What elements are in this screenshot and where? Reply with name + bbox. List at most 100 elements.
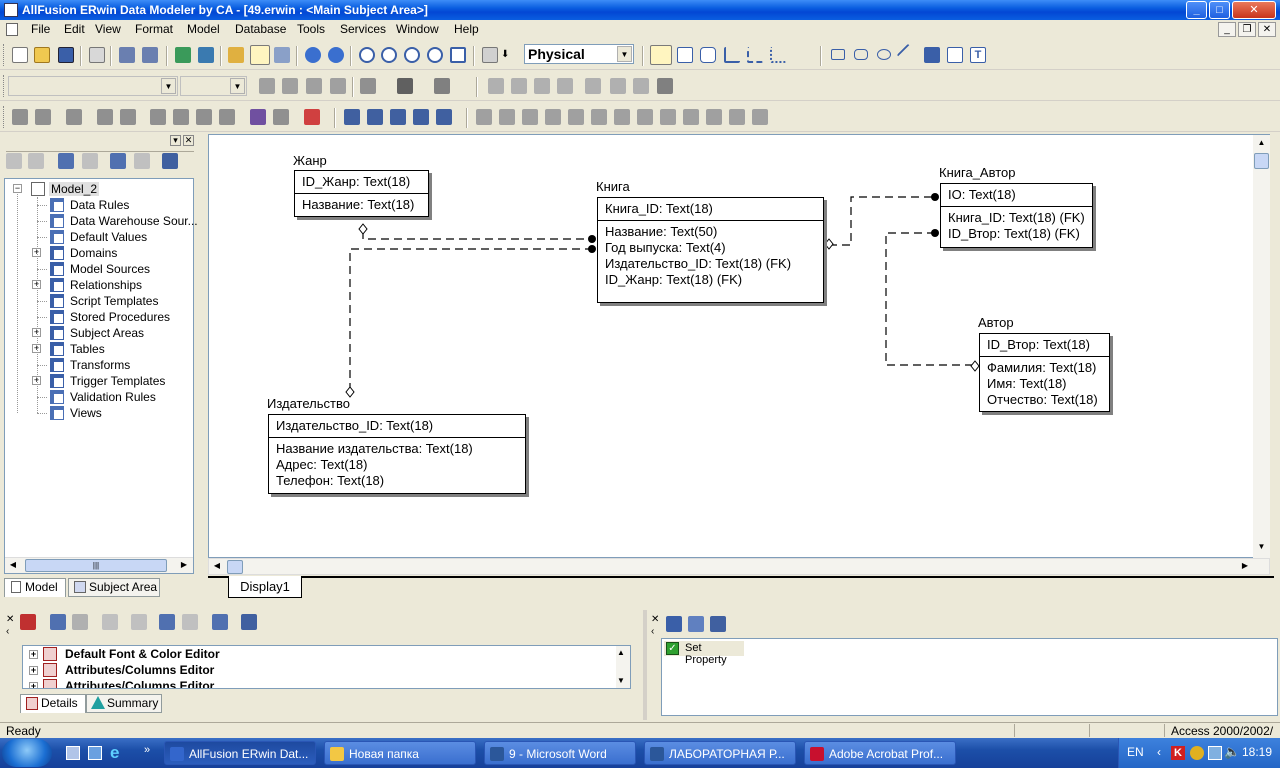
taskbar-button[interactable]: 9 - Microsoft Word [484,741,636,765]
forward-engineer-icon[interactable] [175,47,191,63]
non-identifying-rel-icon[interactable] [747,47,763,63]
menu-file[interactable]: File [31,22,50,36]
tree-item[interactable]: Stored Procedures [5,309,193,325]
security-icon[interactable] [1190,746,1204,760]
find-icon[interactable] [119,47,135,63]
many-to-many-rel-icon[interactable] [770,47,786,63]
switch-windows-icon[interactable] [88,746,102,760]
layout-tool-icon-3[interactable] [522,109,538,125]
space-horizontal-icon[interactable] [585,78,601,94]
scroll-thumb[interactable]: ||| [25,559,167,572]
zoom-all-icon[interactable] [450,47,466,63]
zoom-out-icon[interactable] [381,47,397,63]
toolbar-grip[interactable] [3,44,6,66]
space-vertical-icon[interactable] [610,78,626,94]
print-icon[interactable] [89,47,105,63]
taskbar-button[interactable]: Новая папка [324,741,476,765]
menu-database[interactable]: Database [235,22,286,36]
maximize-button[interactable]: □ [1209,1,1230,19]
transform-icon-1[interactable] [12,109,28,125]
pointer-tool-icon[interactable] [650,45,672,65]
entity-izdatelstvo[interactable]: Издательство_ID: Text(18) Название издат… [268,414,526,494]
tree-item[interactable]: Validation Rules [5,389,193,405]
canvas-vertical-scrollbar[interactable]: ▲ ▼ [1253,135,1270,559]
italic-icon[interactable] [282,78,298,94]
collapse-icon[interactable]: − [13,184,22,193]
display-level-icon[interactable] [250,45,270,65]
pin-icon[interactable]: ▾ [170,135,181,146]
transform-icon-10[interactable] [273,109,289,125]
ellipse-icon[interactable] [877,49,891,60]
new-icon[interactable] [12,47,28,63]
menu-window[interactable]: Window [396,22,439,36]
back-icon[interactable] [6,153,22,169]
taskbar-button[interactable]: ЛАБОРАТОРНАЯ Р... [644,741,796,765]
menu-tools[interactable]: Tools [297,22,325,36]
transform-icon-6[interactable] [173,109,189,125]
tree-item[interactable]: Default Values [5,229,193,245]
scroll-up-icon[interactable]: ▲ [617,648,625,657]
layout-tool-icon-8[interactable] [637,109,653,125]
action-log-list[interactable]: ✓ Set Property [661,638,1278,716]
delete-icon[interactable] [82,153,98,169]
redo-icon[interactable] [328,47,344,63]
details-action-icon-5[interactable] [212,614,228,630]
menu-services[interactable]: Services [340,22,386,36]
view-tool-icon[interactable] [700,47,716,63]
tree-item-root[interactable]: − Model_2 [5,181,193,197]
tab-subject-area[interactable]: Subject Area [68,578,160,597]
tree-item[interactable]: Data Rules [5,197,193,213]
details-action-icon-3[interactable] [159,614,175,630]
model-tree[interactable]: − Model_2 Data Rules Data Warehouse Sour.… [4,178,198,574]
quick-launch-more-icon[interactable]: » [144,744,150,756]
layout-tool-icon-9[interactable] [660,109,676,125]
layout-tool-icon-13[interactable] [752,109,768,125]
rounded-rect-icon[interactable] [854,49,868,60]
line-icon[interactable] [896,43,920,67]
polyline-icon[interactable] [924,47,940,63]
entity-avtor[interactable]: ID_Втор: Text(18) Фамилия: Text(18) Имя:… [979,333,1110,412]
align-top-icon[interactable] [534,78,550,94]
scroll-up-icon[interactable]: ▲ [1255,138,1268,151]
design-layer-icon-5[interactable] [436,109,452,125]
lock-icon[interactable] [66,109,82,125]
save-icon[interactable] [58,47,74,63]
chevron-down-icon[interactable]: ▼ [617,46,632,62]
zoom-100-icon[interactable] [427,47,443,63]
model-explorer-icon[interactable] [228,47,244,63]
design-layer-icon-2[interactable] [367,109,383,125]
details-list[interactable]: + Default Font & Color Editor + Attribut… [22,645,631,689]
entity-kniga-avtor[interactable]: IO: Text(18) Книга_ID: Text(18) (FK) ID_… [940,183,1093,248]
document-icon[interactable] [6,23,18,36]
zoom-fit-icon[interactable] [404,47,420,63]
mdi-close-button[interactable]: ✕ [1258,22,1276,37]
tree-item[interactable]: Script Templates [5,293,193,309]
properties-icon[interactable] [58,153,74,169]
forward-icon[interactable] [28,153,44,169]
design-layer-icon-1[interactable] [344,109,360,125]
transform-icon-3[interactable] [97,109,113,125]
align-right-icon[interactable] [511,78,527,94]
details-find-next-icon[interactable] [72,614,88,630]
menu-format[interactable]: Format [135,22,173,36]
entity-kniga[interactable]: Книга_ID: Text(18) Название: Text(50) Го… [597,197,824,303]
scroll-left-icon[interactable]: ◀ [211,561,223,573]
menu-edit[interactable]: Edit [64,22,85,36]
network-icon[interactable] [1208,746,1222,760]
layout-tool-icon-12[interactable] [729,109,745,125]
layout-tool-icon-4[interactable] [545,109,561,125]
pin-icon[interactable]: ‹ [6,626,16,637]
clock[interactable]: 18:19 [1242,745,1272,759]
expand-icon[interactable]: + [29,650,38,659]
tree-item[interactable]: + Relationships [5,277,193,293]
tree-item[interactable]: Model Sources [5,261,193,277]
font-name-select[interactable]: ▼ [8,76,178,96]
panel-close-icon[interactable]: ✕ [651,614,659,625]
details-scrollbar[interactable]: ▲ ▼ [616,646,630,688]
explorer-find-next-icon[interactable] [134,153,150,169]
toolbar-grip[interactable] [3,75,6,97]
layout-tool-icon-2[interactable] [499,109,515,125]
design-layer-icon-3[interactable] [390,109,406,125]
diagram-canvas[interactable]: Жанр ID_Жанр: Text(18) Название: Text(18… [208,134,1270,559]
entity-tool-icon[interactable] [677,47,693,63]
